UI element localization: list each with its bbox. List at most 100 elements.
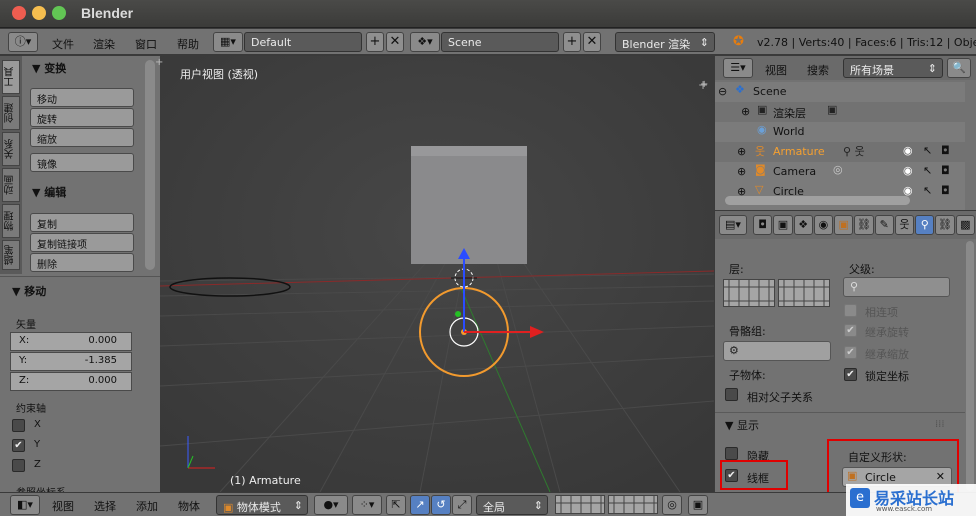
- pivot-point-icon[interactable]: ⁘▾: [352, 495, 382, 515]
- viewport-shading-icon[interactable]: ●▾: [314, 495, 348, 515]
- translate-button[interactable]: 移动: [30, 88, 134, 107]
- tab-relations[interactable]: 关系: [2, 132, 20, 166]
- clear-shape-icon[interactable]: ✕: [936, 470, 945, 483]
- tab-animation[interactable]: 动画: [2, 168, 20, 202]
- outliner-type-icon[interactable]: ☰▾: [723, 58, 753, 78]
- render-engine-select[interactable]: Blender 渲染 ⇕: [615, 32, 715, 52]
- tree-row-circle[interactable]: ⊕ ▽ Circle ◉ ↖ ◘: [715, 182, 965, 196]
- world-tab-icon[interactable]: ◉: [813, 215, 834, 235]
- bone-group-field[interactable]: ⚙: [723, 341, 831, 361]
- tree-row-render-layers[interactable]: ⊕ ▣ 渲染层 ▣: [715, 102, 965, 122]
- render-layer-tab-icon[interactable]: ▣: [773, 215, 793, 235]
- translate-manipulator-icon[interactable]: ↗: [410, 495, 430, 515]
- expand-icon[interactable]: ⊕: [737, 165, 746, 178]
- gizmo-y-handle[interactable]: [455, 311, 461, 317]
- collapse-icon[interactable]: ⊖: [718, 85, 727, 98]
- render-camera-icon[interactable]: ◘: [941, 184, 950, 196]
- wire-checkbox[interactable]: ✔: [725, 469, 738, 482]
- scene-layers-b[interactable]: [608, 495, 658, 514]
- bottom-menu-select[interactable]: 选择: [94, 498, 116, 514]
- edit-panel-header[interactable]: ▼ 编辑: [32, 184, 66, 200]
- screen-layout-icon[interactable]: ▦▾: [213, 32, 243, 52]
- visibility-eye-icon[interactable]: ◉: [903, 144, 913, 157]
- close-window-button[interactable]: [12, 6, 26, 20]
- properties-scrollbar[interactable]: [966, 241, 974, 491]
- scale-button[interactable]: 缩放: [30, 128, 134, 147]
- tab-create[interactable]: 创建: [2, 96, 20, 130]
- outliner-search-menu[interactable]: 搜索: [807, 62, 829, 78]
- tab-physics[interactable]: 物理: [2, 204, 20, 238]
- vector-y-field[interactable]: Y: -1.385: [10, 352, 132, 371]
- menu-render[interactable]: 渲染: [93, 36, 115, 52]
- layer-grid-b[interactable]: [778, 279, 830, 307]
- render-preview-icon[interactable]: ▣: [688, 495, 708, 515]
- maximize-window-button[interactable]: [52, 6, 66, 20]
- tool-shelf-scrollbar[interactable]: [145, 60, 155, 270]
- hide-checkbox[interactable]: [725, 447, 738, 460]
- expand-icon[interactable]: ⊕: [737, 185, 746, 196]
- armature-data-tab-icon[interactable]: 웃: [894, 215, 915, 235]
- minimize-window-button[interactable]: [32, 6, 46, 20]
- duplicate-button[interactable]: 复制: [30, 213, 134, 232]
- outliner-view-menu[interactable]: 视图: [765, 62, 787, 78]
- remove-scene-button[interactable]: ✕: [583, 32, 601, 52]
- scene-icon[interactable]: ❖▾: [410, 32, 440, 52]
- expand-icon[interactable]: ⊕: [741, 105, 750, 118]
- modifiers-tab-icon[interactable]: ✎: [874, 215, 894, 235]
- display-panel-header[interactable]: ▼ 显示: [725, 417, 759, 433]
- drag-handle-icon[interactable]: ⁞⁞⁞: [935, 419, 945, 430]
- delete-button[interactable]: 删除: [30, 253, 134, 272]
- 3d-viewport[interactable]: 用户视图 (透视) (1) Armature +: [160, 56, 714, 492]
- scene-tab-icon[interactable]: ❖: [793, 215, 813, 235]
- search-icon[interactable]: 🔍: [947, 58, 971, 78]
- constraint-z-checkbox[interactable]: [12, 459, 25, 472]
- tree-row-camera[interactable]: ⊕ ◙ Camera ◎ ◉ ↖ ◘: [715, 162, 965, 182]
- menu-window[interactable]: 窗口: [135, 36, 157, 52]
- visibility-eye-icon[interactable]: ◉: [903, 184, 913, 196]
- bottom-menu-object[interactable]: 物体: [178, 498, 200, 514]
- tree-row-scene[interactable]: ⊖ ❖ Scene: [715, 82, 965, 102]
- expand-icon[interactable]: ⊕: [737, 145, 746, 158]
- parent-field[interactable]: ⚲: [843, 277, 950, 297]
- tab-tools[interactable]: 工具: [2, 60, 20, 94]
- inherit-scale-checkbox[interactable]: ✔: [844, 346, 857, 359]
- layer-grid-a[interactable]: [723, 279, 775, 307]
- editor-type-info-icon[interactable]: ⓘ▾: [8, 32, 38, 52]
- editor-type-3d-icon[interactable]: ◧▾: [10, 495, 40, 515]
- inherit-rotation-checkbox[interactable]: ✔: [844, 324, 857, 337]
- move-panel-header[interactable]: ▼ 移动: [12, 283, 46, 299]
- select-cursor-icon[interactable]: ↖: [923, 164, 932, 177]
- vector-z-field[interactable]: Z: 0.000: [10, 372, 132, 391]
- texture-tab-icon[interactable]: ▩: [955, 215, 975, 235]
- select-cursor-icon[interactable]: ↖: [923, 144, 932, 157]
- viewport-corner-plus-icon[interactable]: +: [155, 57, 163, 68]
- transform-panel-header[interactable]: ▼ 变换: [32, 60, 66, 76]
- scene-field[interactable]: Scene: [441, 32, 559, 52]
- menu-help[interactable]: 帮助: [177, 36, 199, 52]
- constraints-tab-icon[interactable]: ⛓: [854, 215, 874, 235]
- menu-file[interactable]: 文件: [52, 36, 74, 52]
- lock-location-checkbox[interactable]: ✔: [844, 368, 857, 381]
- transform-orientation-select[interactable]: 全局 ⇕: [476, 495, 548, 515]
- object-tab-icon[interactable]: ▣: [834, 215, 854, 235]
- add-layout-button[interactable]: +: [366, 32, 384, 52]
- bottom-menu-add[interactable]: 添加: [136, 498, 158, 514]
- select-cursor-icon[interactable]: ↖: [923, 184, 932, 196]
- visibility-eye-icon[interactable]: ◉: [903, 164, 913, 177]
- relative-parent-checkbox[interactable]: [725, 388, 738, 401]
- rotate-button[interactable]: 旋转: [30, 108, 134, 127]
- tree-row-world[interactable]: ◉ World: [715, 122, 965, 142]
- viewport-split-plus-icon[interactable]: +: [700, 79, 708, 90]
- manipulator-toggle-icon[interactable]: ⇱: [386, 495, 406, 515]
- remove-layout-button[interactable]: ✕: [386, 32, 404, 52]
- vector-x-field[interactable]: X: 0.000: [10, 332, 132, 351]
- interaction-mode-select[interactable]: ▣ 物体模式 ⇕: [216, 495, 308, 515]
- scale-manipulator-icon[interactable]: ⤢: [452, 495, 472, 515]
- scene-layers-a[interactable]: [555, 495, 605, 514]
- layout-field[interactable]: Default: [244, 32, 362, 52]
- duplicate-linked-button[interactable]: 复制链接项: [30, 233, 134, 252]
- render-camera-icon[interactable]: ◘: [941, 144, 950, 157]
- tab-grease-pencil[interactable]: 蜡笔: [2, 240, 20, 270]
- constraint-x-checkbox[interactable]: [12, 419, 25, 432]
- mirror-button[interactable]: 镜像: [30, 153, 134, 172]
